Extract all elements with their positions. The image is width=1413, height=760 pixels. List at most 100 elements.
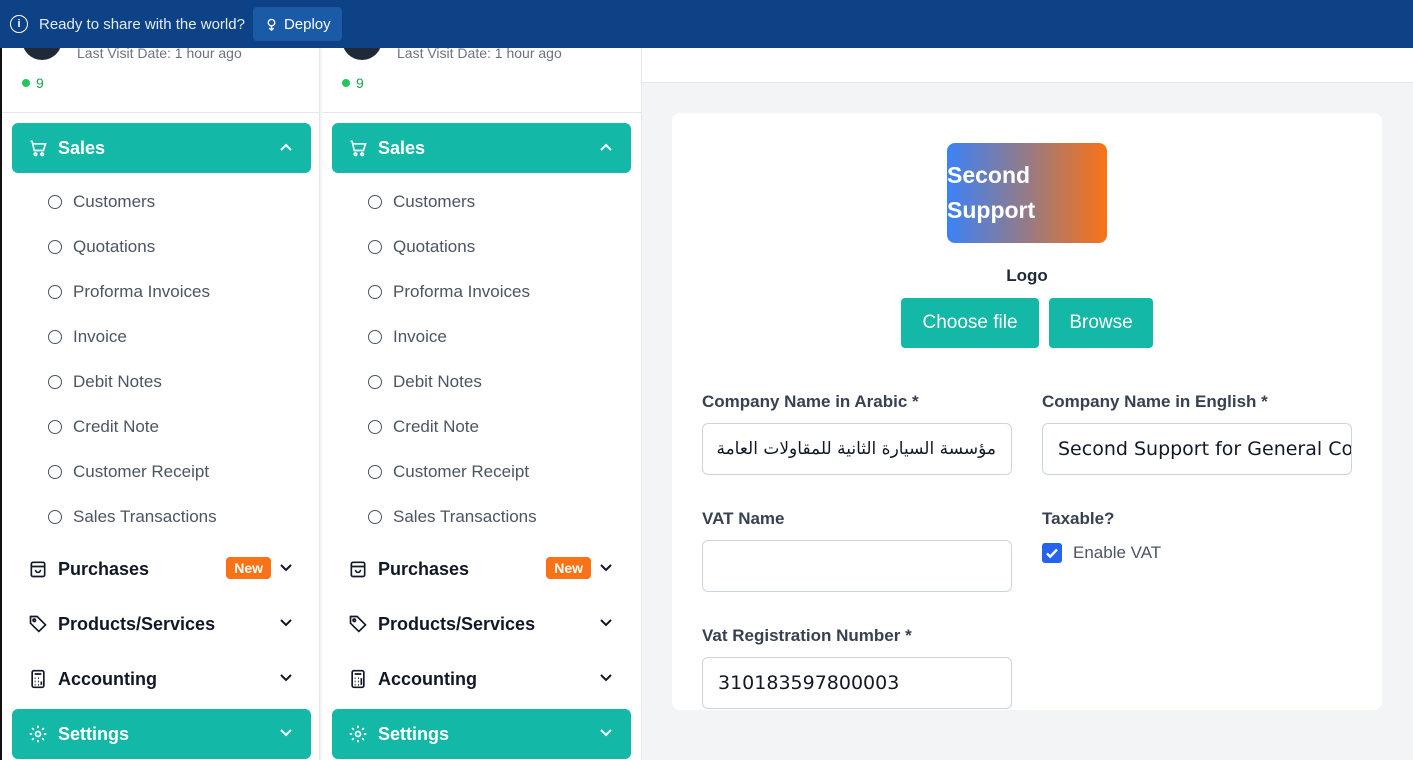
vat-reg-label: Vat Registration Number * (702, 626, 912, 645)
chevron-down-icon[interactable] (599, 671, 613, 685)
online-indicator: 9 (22, 75, 44, 91)
chevron-down-icon[interactable] (279, 726, 293, 740)
circle-icon (48, 195, 62, 209)
vat-name-label: VAT Name (702, 509, 785, 528)
nav-group-settings[interactable]: Settings (12, 709, 311, 759)
nav-group-products-services[interactable]: Products/Services (332, 599, 631, 649)
vat-name-field[interactable] (702, 540, 1012, 592)
nav-group-sales[interactable]: Sales (12, 123, 311, 173)
sidebar-item-customers[interactable]: Customers (48, 190, 155, 214)
sidebar-item-invoice[interactable]: Invoice (48, 325, 127, 349)
new-badge: New (226, 557, 271, 579)
nav-group-label: Products/Services (58, 613, 216, 634)
nav-group-purchases[interactable]: Purchases New (332, 544, 631, 594)
chevron-down-icon[interactable] (599, 726, 613, 740)
info-icon: i (10, 15, 28, 33)
sidebar-item-label: Sales Transactions (393, 507, 537, 526)
deploy-label: Deploy (283, 15, 331, 33)
nav-group-accounting[interactable]: Accounting (332, 654, 631, 704)
enable-vat-label: Enable VAT (1073, 543, 1162, 562)
calculator-icon (28, 669, 48, 689)
sidebar-item-label: Invoice (393, 327, 447, 346)
online-dot-icon (22, 79, 30, 87)
company-logo: Second Support (947, 143, 1107, 243)
check-icon (1046, 548, 1058, 559)
nav-group-label: Products/Services (378, 613, 536, 634)
sidebar-item-proforma-invoices[interactable]: Proforma Invoices (368, 280, 530, 304)
vat-reg-field[interactable]: 310183597800003 (702, 657, 1012, 709)
sidebar-item-label: Proforma Invoices (393, 282, 530, 301)
sidebar-item-label: Customers (73, 192, 156, 211)
nav-group-label: Sales (378, 137, 426, 158)
gear-icon (28, 724, 48, 744)
sidebar-item-label: Quotations (393, 237, 476, 256)
enable-vat-row[interactable]: Enable VAT (1042, 543, 1161, 563)
circle-icon (48, 240, 62, 254)
nav-group-sales[interactable]: Sales (332, 123, 631, 173)
nav-group-label: Settings (58, 723, 130, 744)
circle-icon (368, 510, 382, 524)
company-name-ar-field[interactable]: مؤسسة السيارة الثانية للمقاولات العامة (702, 423, 1012, 475)
sidebar-item-sales-transactions[interactable]: Sales Transactions (368, 505, 537, 529)
sidebar-item-quotations[interactable]: Quotations (368, 235, 475, 259)
circle-icon (48, 330, 62, 344)
sidebar-item-debit-notes[interactable]: Debit Notes (368, 370, 482, 394)
sidebar-item-debit-notes[interactable]: Debit Notes (48, 370, 162, 394)
nav-group-settings[interactable]: Settings (332, 709, 631, 759)
nav-group-label: Sales (58, 137, 106, 158)
sidebar-item-customer-receipt[interactable]: Customer Receipt (48, 460, 209, 484)
logo-text-line: Second (947, 162, 1031, 188)
sidebar-item-credit-note[interactable]: Credit Note (368, 415, 479, 439)
logo-text-line: Support (947, 197, 1036, 223)
sidebar-item-credit-note[interactable]: Credit Note (48, 415, 159, 439)
online-dot-icon (342, 79, 350, 87)
sidebar-item-label: Sales Transactions (73, 507, 217, 526)
online-indicator: 9 (342, 75, 364, 91)
sidebar-item-sales-transactions[interactable]: Sales Transactions (48, 505, 217, 529)
circle-icon (368, 285, 382, 299)
logo-label: Logo (1006, 266, 1048, 285)
cart-icon (28, 138, 48, 158)
new-badge: New (546, 557, 591, 579)
chevron-down-icon[interactable] (279, 616, 293, 630)
enable-vat-checkbox[interactable] (1042, 543, 1062, 563)
nav-group-label: Accounting (58, 668, 157, 689)
sidebar-item-quotations[interactable]: Quotations (48, 235, 155, 259)
chevron-down-icon[interactable] (279, 671, 293, 685)
nav-group-products-services[interactable]: Products/Services (12, 599, 311, 649)
chevron-up-icon[interactable] (279, 140, 293, 154)
sidebar-item-customer-receipt[interactable]: Customer Receipt (368, 460, 529, 484)
rocket-icon (267, 18, 276, 31)
browse-button[interactable]: Browse (1049, 298, 1153, 348)
choose-file-button[interactable]: Choose file (901, 298, 1039, 348)
nav-group-label: Settings (378, 723, 450, 744)
company-name-en-field[interactable]: Second Support for General Contracting (1042, 423, 1352, 475)
chevron-down-icon[interactable] (599, 616, 613, 630)
sidebar-item-label: Customer Receipt (393, 462, 530, 481)
sidebar-item-invoice[interactable]: Invoice (368, 325, 447, 349)
banner-text: Ready to share with the world? (39, 15, 245, 33)
sidebar-secondary: Last Visit Date: 1 hour ago 9 Sales Cust… (322, 0, 642, 760)
nav-group-purchases[interactable]: Purchases New (12, 544, 311, 594)
circle-icon (48, 510, 62, 524)
circle-icon (368, 330, 382, 344)
sidebar-item-label: Quotations (73, 237, 156, 256)
sidebar-item-label: Credit Note (73, 417, 159, 436)
sidebar-item-label: Proforma Invoices (73, 282, 210, 301)
sidebar-item-customers[interactable]: Customers (368, 190, 475, 214)
chevron-down-icon[interactable] (599, 561, 613, 575)
circle-icon (368, 195, 382, 209)
calculator-icon (348, 669, 368, 689)
chevron-up-icon[interactable] (599, 140, 613, 154)
circle-icon (48, 465, 62, 479)
deploy-banner: i Ready to share with the world? Deploy (0, 0, 1413, 48)
circle-icon (368, 375, 382, 389)
deploy-button[interactable]: Deploy (252, 7, 342, 41)
gear-icon (348, 724, 368, 744)
chevron-down-icon[interactable] (279, 561, 293, 575)
sidebar-item-label: Customer Receipt (73, 462, 210, 481)
sidebar-primary: Last Visit Date: 1 hour ago 9 Sales Cust… (0, 0, 320, 760)
sidebar-item-proforma-invoices[interactable]: Proforma Invoices (48, 280, 210, 304)
nav-group-accounting[interactable]: Accounting (12, 654, 311, 704)
circle-icon (48, 285, 62, 299)
